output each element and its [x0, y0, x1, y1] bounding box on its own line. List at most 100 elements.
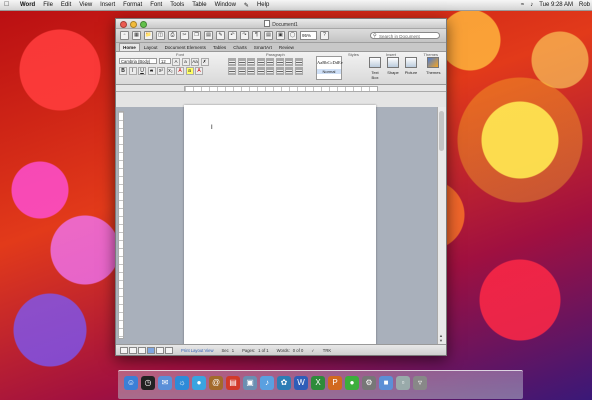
wifi-icon[interactable]: ≈ — [521, 2, 524, 8]
scrollbar-thumb[interactable] — [439, 111, 444, 151]
format-painter-button[interactable]: ✎ — [216, 31, 225, 40]
sort-button[interactable] — [275, 58, 284, 66]
shrink-font-button[interactable]: a — [181, 58, 190, 66]
templates-button[interactable]: ▦ — [132, 31, 141, 40]
safari-icon[interactable]: ☼ — [175, 376, 189, 390]
print-layout-button[interactable] — [147, 346, 155, 354]
itunes-icon[interactable]: ♪ — [260, 376, 274, 390]
mail-icon[interactable]: ✉ — [158, 376, 172, 390]
font-color-button[interactable]: A — [195, 67, 203, 75]
publishing-layout-button[interactable] — [138, 346, 146, 354]
superscript-button[interactable]: x² — [157, 67, 165, 75]
apple-menu-icon[interactable]:  — [4, 0, 12, 10]
save-button[interactable]: ◫ — [156, 31, 165, 40]
undo-button[interactable]: ↶ — [228, 31, 237, 40]
zoom-select[interactable]: 95% — [300, 31, 317, 40]
subscript-button[interactable]: x₂ — [166, 67, 175, 75]
dashboard-icon[interactable]: ◷ — [141, 376, 155, 390]
tab-charts[interactable]: Charts — [230, 44, 250, 51]
title-bar[interactable]: Document1 — [116, 19, 446, 29]
columns-button[interactable] — [266, 67, 274, 75]
powerpoint-icon[interactable]: P — [328, 376, 342, 390]
underline-button[interactable]: U — [138, 67, 146, 75]
redo-button[interactable]: ↷ — [240, 31, 249, 40]
ichat-icon[interactable]: ● — [192, 376, 206, 390]
address-book-icon[interactable]: @ — [209, 376, 223, 390]
menu-insert[interactable]: Insert — [100, 2, 115, 8]
clock[interactable]: Tue 9:28 AM — [539, 2, 573, 8]
full-screen-button[interactable] — [165, 346, 173, 354]
italic-button[interactable]: I — [128, 67, 137, 75]
finder-icon[interactable]: ☺ — [124, 376, 138, 390]
align-center-button[interactable] — [237, 67, 246, 75]
preview-icon[interactable]: ▣ — [243, 376, 257, 390]
show-paragraph-marks-button[interactable] — [285, 58, 293, 66]
menu-file[interactable]: File — [43, 2, 53, 8]
document-page[interactable]: I — [184, 105, 376, 351]
folder-icon[interactable]: ■ — [379, 376, 393, 390]
numbering-button[interactable] — [237, 58, 246, 66]
font-name-select[interactable]: Cambria (Body) — [119, 58, 157, 64]
show-formatting-button[interactable]: ¶ — [252, 31, 261, 40]
documents-icon[interactable]: ▫ — [396, 376, 410, 390]
horizontal-ruler[interactable] — [116, 85, 446, 92]
menu-edit[interactable]: Edit — [61, 2, 71, 8]
script-menu-icon[interactable]: ✎ — [244, 2, 249, 9]
spelling-status-icon[interactable]: ✓ — [311, 348, 315, 353]
vertical-scrollbar[interactable]: ▲ ▼ — [437, 107, 446, 345]
tab-review[interactable]: Review — [276, 44, 297, 51]
highlight-button[interactable]: a — [185, 67, 194, 75]
menu-table[interactable]: Table — [192, 2, 206, 8]
menu-word[interactable]: Word — [20, 2, 35, 8]
copy-button[interactable]: ❐ — [192, 31, 201, 40]
open-button[interactable]: 📁 — [144, 31, 153, 40]
paste-button[interactable]: ▤ — [204, 31, 213, 40]
sidebar-button[interactable]: ▤ — [264, 31, 273, 40]
system-preferences-icon[interactable]: ⚙ — [362, 376, 376, 390]
text-direction-button[interactable] — [294, 67, 303, 75]
text-effects-button[interactable]: A — [176, 67, 184, 75]
tab-home[interactable]: Home — [119, 43, 140, 51]
borders-button[interactable] — [285, 67, 293, 75]
shape-button[interactable]: Shape — [386, 57, 400, 80]
menu-help[interactable]: Help — [257, 2, 269, 8]
decrease-indent-button[interactable] — [256, 58, 265, 66]
tab-tables[interactable]: Tables — [210, 44, 229, 51]
align-right-button[interactable] — [247, 67, 255, 75]
ical-icon[interactable]: ▤ — [226, 376, 240, 390]
cut-button[interactable]: ✂ — [180, 31, 189, 40]
notebook-layout-button[interactable] — [156, 346, 164, 354]
menu-view[interactable]: View — [79, 2, 92, 8]
help-button[interactable]: ? — [320, 31, 329, 40]
draft-view-button[interactable] — [120, 346, 128, 354]
clear-formatting-button[interactable]: ✗ — [200, 58, 209, 66]
trash-icon[interactable]: ▿ — [413, 376, 427, 390]
iphoto-icon[interactable]: ✿ — [277, 376, 291, 390]
search-input[interactable]: ⚲ Search in Document — [370, 32, 440, 39]
align-left-button[interactable] — [228, 67, 236, 75]
tab-document-elements[interactable]: Document Elements — [162, 44, 209, 51]
track-changes-indicator[interactable]: TRK — [323, 348, 331, 353]
tab-layout[interactable]: Layout — [141, 44, 161, 51]
print-button[interactable]: ⎙ — [168, 31, 177, 40]
messenger-icon[interactable]: ● — [345, 376, 359, 390]
strikethrough-button[interactable]: a — [147, 67, 156, 75]
font-size-select[interactable]: 12 — [159, 58, 171, 64]
text-box-button[interactable]: Text Box — [368, 57, 382, 80]
new-document-button[interactable]: ▫ — [120, 31, 129, 40]
tab-smartart[interactable]: SmartArt — [251, 44, 275, 51]
user-name[interactable]: Rob — [579, 2, 590, 8]
outline-view-button[interactable] — [129, 346, 137, 354]
vertical-ruler[interactable] — [118, 111, 124, 339]
line-spacing-button[interactable] — [294, 58, 303, 66]
menu-font[interactable]: Font — [150, 2, 162, 8]
grow-font-button[interactable]: A — [172, 58, 180, 66]
toolbox-button[interactable]: ▣ — [276, 31, 285, 40]
bullets-button[interactable] — [228, 58, 236, 66]
justify-button[interactable] — [256, 67, 265, 75]
style-gallery[interactable]: AaBbCcDdEe Normal — [316, 56, 343, 80]
bold-button[interactable]: B — [119, 67, 127, 75]
menu-tools[interactable]: Tools — [170, 2, 184, 8]
themes-button[interactable]: Themes — [426, 57, 440, 75]
multilevel-list-button[interactable] — [247, 58, 255, 66]
